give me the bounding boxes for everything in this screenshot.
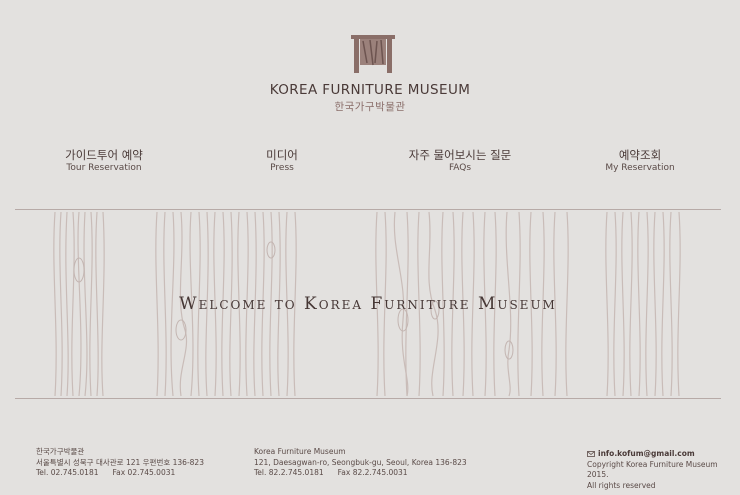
footer-korean-info: 한국가구박물관 서울특별시 성북구 대사관로 121 우편번호 136-823 … bbox=[36, 447, 204, 479]
footer-address-en: 121, Daesagwan-ro, Seongbuk-gu, Seoul, K… bbox=[254, 457, 467, 467]
footer-address-ko: 서울특별시 성북구 대사관로 121 우편번호 136-823 bbox=[36, 457, 204, 467]
nav-my-reservation[interactable]: 예약조회 My Reservation bbox=[560, 148, 720, 174]
hero-banner: Welcome to Korea Furniture Museum bbox=[15, 210, 721, 398]
divider-bottom bbox=[15, 398, 721, 399]
footer-email-row[interactable]: info.kofum@gmail.com bbox=[587, 449, 740, 460]
nav-label-en: Tour Reservation bbox=[66, 163, 142, 173]
footer-tel-ko: Tel. 02.745.0181 bbox=[36, 468, 99, 477]
rights-text: All rights reserved bbox=[587, 480, 656, 490]
nav-faqs[interactable]: 자주 물어보시는 질문 FAQs bbox=[380, 148, 540, 174]
nav-tour-reservation[interactable]: 가이드투어 예약 Tour Reservation bbox=[24, 148, 184, 174]
nav-label-en: FAQs bbox=[448, 163, 472, 173]
nav-label-ko: 가이드투어 예약 bbox=[65, 148, 143, 162]
nav-label-ko: 미디어 bbox=[266, 148, 298, 162]
museum-title-en[interactable]: KOREA FURNITURE MUSEUM bbox=[0, 82, 740, 98]
copyright-text: Copyright Korea Furniture Museum 2015. bbox=[587, 459, 718, 480]
furniture-logo-icon[interactable] bbox=[351, 35, 395, 73]
museum-title-ko: 한국가구박물관 bbox=[334, 101, 406, 113]
email-link[interactable]: info.kofum@gmail.com bbox=[598, 449, 695, 458]
nav-press[interactable]: 미디어 Press bbox=[202, 148, 362, 174]
nav-label-ko: 예약조회 bbox=[618, 148, 662, 162]
footer-fax-ko: Fax 02.745.0031 bbox=[112, 468, 176, 477]
mail-icon bbox=[587, 451, 595, 457]
footer-fax-en: Fax 82.2.745.0031 bbox=[337, 468, 408, 477]
nav-label-ko: 자주 물어보시는 질문 bbox=[408, 148, 512, 162]
footer-contact: info.kofum@gmail.com Copyright Korea Fur… bbox=[587, 449, 740, 491]
hero-welcome-title: Welcome to Korea Furniture Museum bbox=[179, 294, 557, 314]
nav-label-en: My Reservation bbox=[605, 163, 675, 173]
footer-name-ko: 한국가구박물관 bbox=[36, 447, 85, 456]
footer-name-en: Korea Furniture Museum bbox=[254, 447, 346, 456]
nav-label-en: Press bbox=[270, 163, 294, 173]
footer-english-info: Korea Furniture Museum 121, Daesagwan-ro… bbox=[254, 447, 467, 479]
footer-tel-en: Tel. 82.2.745.0181 bbox=[254, 468, 324, 477]
